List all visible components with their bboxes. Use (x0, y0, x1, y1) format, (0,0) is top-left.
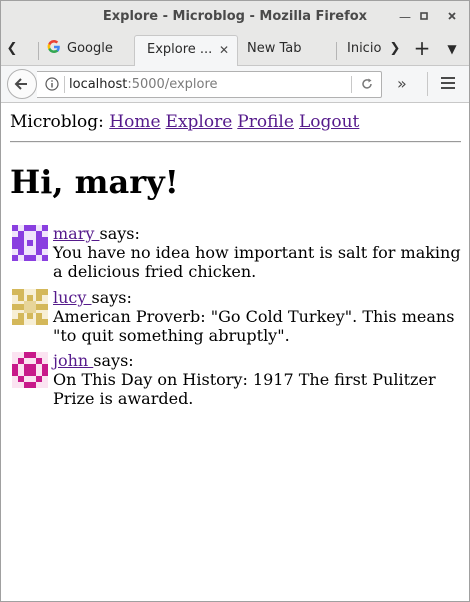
divider (10, 141, 461, 143)
title-bar: Explore - Microblog - Mozilla Firefox — (1, 1, 469, 33)
avatar-icon (12, 225, 48, 261)
back-arrow-icon (14, 78, 27, 90)
toolbar-separator (427, 72, 428, 96)
url-text[interactable]: localhost:5000/explore (69, 77, 218, 92)
post-text: john says: On This Day on History: 1917 … (53, 351, 461, 408)
minimize-icon[interactable]: — (396, 8, 414, 26)
post-author-link[interactable]: mary (53, 224, 99, 243)
tab-new-tab[interactable]: New Tab (247, 35, 327, 65)
close-window-icon[interactable] (443, 8, 461, 26)
post-body: You have no idea how important is salt f… (53, 243, 461, 281)
tab-list-chevron-down-icon[interactable]: ▼ (444, 35, 460, 65)
tab-inicio[interactable]: Inicio (347, 35, 381, 65)
back-button[interactable] (7, 69, 37, 99)
tab-scroll-left-icon[interactable]: ❮ (4, 35, 20, 65)
tab-google[interactable]: Google (47, 35, 127, 65)
tab-scroll-right-icon[interactable]: ❯ (387, 35, 403, 65)
tab-explore[interactable]: Explore ... ✕ (134, 35, 238, 66)
page-title: Hi, mary! (10, 163, 179, 201)
page-content: Microblog: Home Explore Profile Logout Hi, … (1, 103, 469, 601)
url-separator (351, 76, 352, 93)
post-body: American Proverb: "Go Cold Turkey". This… (53, 307, 455, 345)
url-separator (64, 76, 65, 93)
browser-window: Explore - Microblog - Mozilla Firefox — … (0, 0, 470, 602)
tab-label: Google (67, 41, 113, 56)
site-nav: Microblog: Home Explore Profile Logout (10, 112, 364, 132)
nav-link-home[interactable]: Home (109, 112, 160, 132)
url-path: :5000/explore (127, 77, 218, 92)
nav-link-logout[interactable]: Logout (299, 112, 359, 132)
nav-link-profile[interactable]: Profile (237, 112, 294, 132)
tab-label: New Tab (247, 41, 302, 56)
google-icon (47, 40, 60, 53)
says-label: says: (99, 224, 140, 243)
post-author-link[interactable]: john (53, 351, 93, 370)
close-tab-icon[interactable]: ✕ (219, 36, 229, 64)
info-icon[interactable] (45, 77, 59, 91)
avatar-icon (12, 352, 48, 388)
nav-link-explore[interactable]: Explore (166, 112, 233, 132)
tab-separator (336, 42, 337, 60)
says-label: says: (91, 288, 132, 307)
overflow-chevrons-icon[interactable]: » (397, 74, 407, 93)
maximize-icon[interactable] (415, 8, 433, 26)
tab-label: Inicio (347, 41, 381, 56)
navigation-toolbar: localhost:5000/explore » (1, 66, 469, 103)
post-text: mary says: You have no idea how importan… (53, 224, 461, 281)
reload-icon[interactable] (360, 77, 374, 91)
hamburger-menu-icon[interactable] (440, 76, 456, 90)
url-host: localhost (69, 77, 128, 92)
tab-separator (38, 42, 39, 60)
new-tab-plus-icon[interactable]: + (413, 35, 431, 65)
tab-bar: ❮ Google Explore ... ✕ New Tab Inicio ❯ … (1, 33, 469, 66)
post-author-link[interactable]: lucy (53, 288, 92, 307)
brand-label: Microblog: (10, 112, 104, 132)
avatar-icon (12, 289, 48, 325)
url-bar[interactable]: localhost:5000/explore (37, 71, 382, 98)
post-body: On This Day on History: 1917 The first P… (53, 370, 436, 408)
post-text: lucy says: American Proverb: "Go Cold Tu… (53, 288, 461, 345)
says-label: says: (93, 351, 134, 370)
tab-label: Explore ... (147, 42, 213, 57)
